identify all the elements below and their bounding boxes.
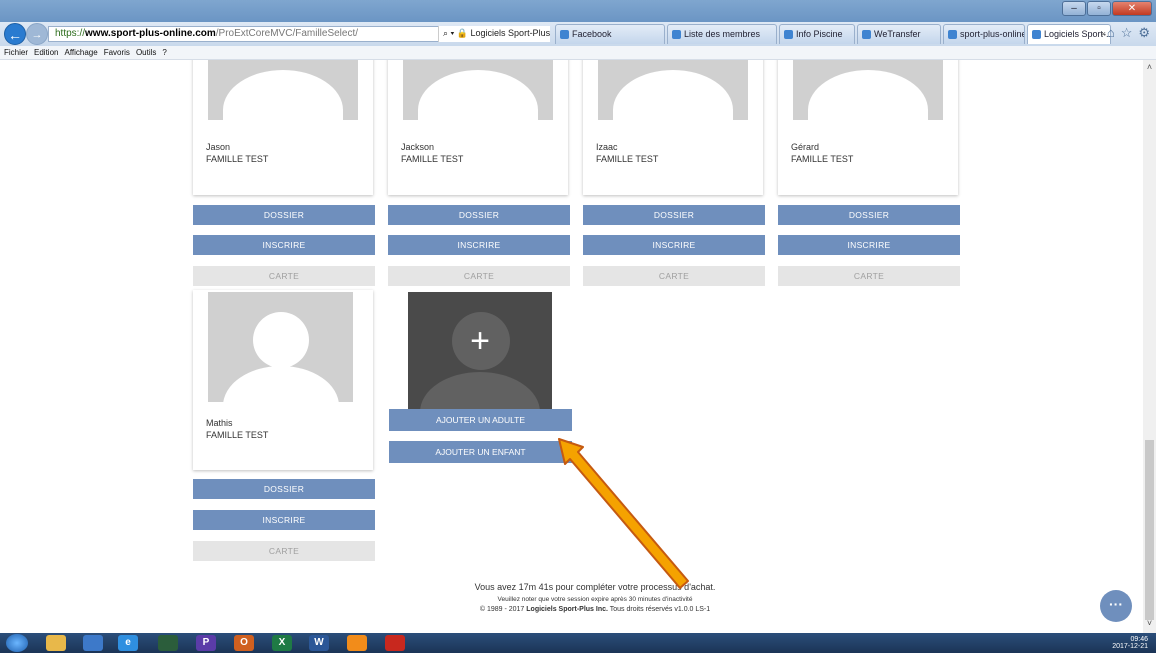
- page-viewport: Jason FAMILLE TEST Jackson FAMILLE TEST …: [0, 60, 1143, 633]
- ie-page-icon: [948, 30, 957, 39]
- menu-help[interactable]: ?: [162, 46, 166, 59]
- browser-toolbar-icons: ⌂ ☆ ⚙: [1107, 25, 1150, 41]
- maximize-button[interactable]: ▫: [1087, 1, 1111, 16]
- windows-taskbar: e P O X W 09:46 2017-12-21: [0, 633, 1156, 653]
- tab-label: Facebook: [572, 29, 612, 39]
- close-window-button[interactable]: ✕: [1112, 1, 1152, 16]
- settings-gear-icon[interactable]: ⚙: [1138, 25, 1150, 41]
- tab-sport-plus[interactable]: sport-plus-online.c...: [943, 24, 1025, 44]
- url-domain: www.sport-plus-online.com: [85, 28, 216, 39]
- firefox-icon[interactable]: [347, 635, 367, 651]
- scroll-thumb[interactable]: [1145, 440, 1154, 620]
- acrobat-icon[interactable]: [385, 635, 405, 651]
- back-button[interactable]: ←: [4, 23, 26, 45]
- ie-page-icon: [1032, 30, 1041, 39]
- explorer-icon[interactable]: [46, 635, 66, 651]
- facebook-icon: [560, 30, 569, 39]
- annotation-arrow: [558, 438, 689, 589]
- tab-label: Info Piscine: [796, 29, 843, 39]
- tab-liste-membres[interactable]: Liste des membres: [667, 24, 777, 44]
- menu-bar: Fichier Edition Affichage Favoris Outils…: [0, 46, 1156, 60]
- tab-strip: Facebook Liste des membres Info Piscine …: [555, 24, 1113, 46]
- outlook-icon[interactable]: O: [234, 635, 254, 651]
- tab-label: WeTransfer: [874, 29, 921, 39]
- tab-label: sport-plus-online.c...: [960, 29, 1024, 39]
- site-identity[interactable]: ⌕ ▾ 🔒 Logiciels Sport-Plus Inc. [CA]: [438, 26, 550, 42]
- site-identity-label: Logiciels Sport-Plus Inc. [CA]: [470, 28, 550, 38]
- clock-time[interactable]: 09:46: [1112, 636, 1148, 643]
- start-button[interactable]: [6, 634, 28, 652]
- word-icon[interactable]: W: [309, 635, 329, 651]
- ie-page-icon: [784, 30, 793, 39]
- url-path: /ProExtCoreMVC/FamilleSelect/: [215, 28, 359, 39]
- menu-fichier[interactable]: Fichier: [4, 46, 28, 59]
- app-icon[interactable]: [158, 635, 178, 651]
- publisher-icon[interactable]: P: [196, 635, 216, 651]
- ie-page-icon: [672, 30, 681, 39]
- excel-icon[interactable]: X: [272, 635, 292, 651]
- forward-button[interactable]: →: [26, 23, 48, 45]
- arrow-shape: [558, 438, 689, 589]
- media-icon[interactable]: [83, 635, 103, 651]
- search-icon: ⌕ ▾ 🔒: [443, 28, 471, 38]
- clock-date[interactable]: 2017-12-21: [1112, 643, 1148, 650]
- system-tray: 09:46 2017-12-21: [1112, 636, 1148, 650]
- menu-affichage[interactable]: Affichage: [64, 46, 97, 59]
- tab-logiciels-sport[interactable]: Logiciels Sport-... ×: [1027, 24, 1111, 44]
- tab-wetransfer[interactable]: WeTransfer: [857, 24, 941, 44]
- page-scrollbar[interactable]: ˄ ˅: [1143, 60, 1156, 633]
- browser-navbar: ← → https://www.sport-plus-online.com/Pr…: [0, 22, 1156, 46]
- window-controls: – ▫ ✕: [1062, 1, 1152, 16]
- tab-label: Liste des membres: [684, 29, 761, 39]
- window-titlebar: – ▫ ✕: [0, 0, 1156, 22]
- scroll-down-icon[interactable]: ˅: [1143, 618, 1156, 631]
- tab-info-piscine[interactable]: Info Piscine: [779, 24, 855, 44]
- home-icon[interactable]: ⌂: [1107, 25, 1115, 41]
- menu-favoris[interactable]: Favoris: [104, 46, 130, 59]
- scroll-up-icon[interactable]: ˄: [1143, 62, 1156, 75]
- minimize-button[interactable]: –: [1062, 1, 1086, 16]
- tab-facebook[interactable]: Facebook: [555, 24, 665, 44]
- wetransfer-icon: [862, 30, 871, 39]
- url-secure: https://: [55, 28, 86, 39]
- close-tab-icon[interactable]: ×: [1101, 25, 1106, 44]
- internet-explorer-icon[interactable]: e: [118, 635, 138, 651]
- menu-edition[interactable]: Edition: [34, 46, 58, 59]
- favorites-star-icon[interactable]: ☆: [1121, 25, 1133, 41]
- menu-outils[interactable]: Outils: [136, 46, 156, 59]
